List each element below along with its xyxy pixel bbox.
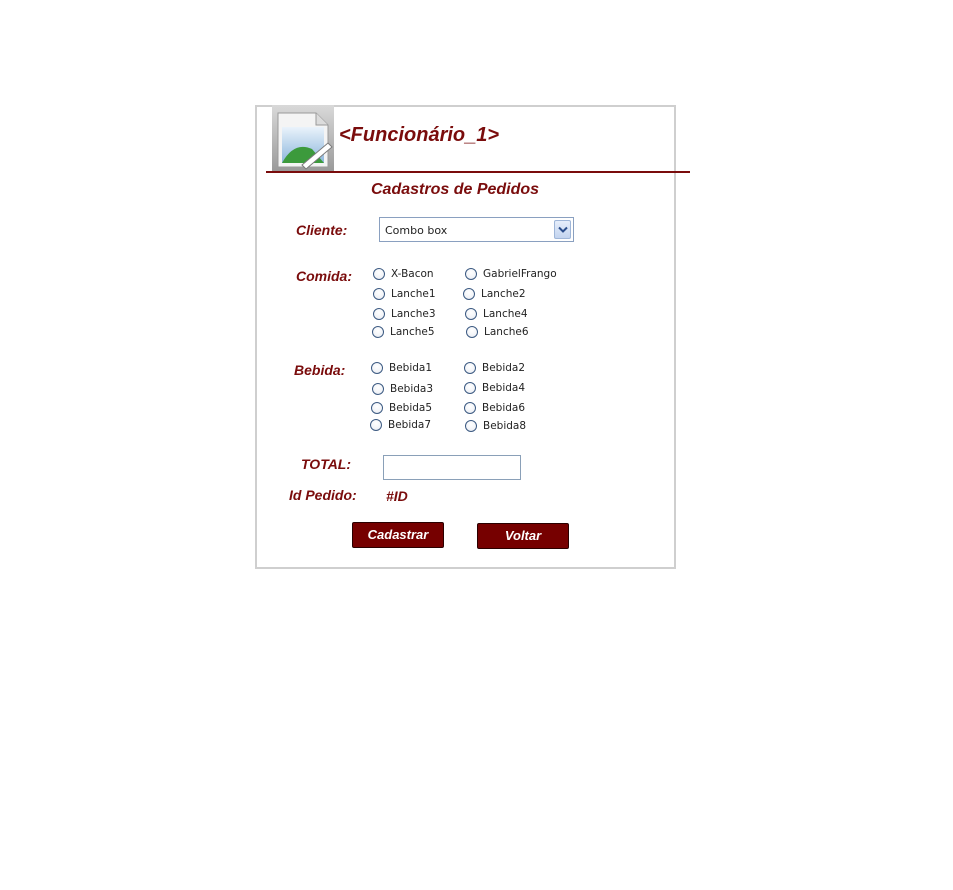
page-title: <Funcionário_1> [339, 124, 500, 146]
radio-circle[interactable] [464, 362, 476, 374]
radio-label: Bebida1 [389, 362, 433, 374]
image-placeholder-icon [272, 105, 334, 171]
comida-label: Comida: [296, 268, 352, 284]
total-input[interactable] [383, 455, 521, 480]
radio-circle[interactable] [371, 362, 383, 374]
radio-circle[interactable] [373, 308, 385, 320]
radio-circle[interactable] [372, 383, 384, 395]
radio-label: Bebida5 [389, 402, 433, 414]
radio-circle[interactable] [372, 326, 384, 338]
radio-label: Bebida6 [482, 402, 526, 414]
radio-label: Lanche5 [390, 326, 435, 338]
cliente-dropdown-button[interactable] [554, 220, 571, 239]
section-title: Cadastros de Pedidos [371, 181, 540, 198]
radio-label: GabrielFrango [483, 268, 557, 280]
radio-circle[interactable] [464, 382, 476, 394]
cadastrar-button[interactable]: Cadastrar [352, 522, 444, 548]
radio-label: Lanche1 [391, 288, 436, 300]
radio-circle[interactable] [465, 308, 477, 320]
radio-circle[interactable] [373, 288, 385, 300]
radio-label: X-Bacon [391, 268, 434, 280]
id-pedido-value: #ID [386, 488, 408, 504]
bebida-label: Bebida: [294, 362, 346, 378]
cliente-label: Cliente: [296, 222, 348, 238]
radio-label: Bebida8 [483, 420, 527, 432]
radio-circle[interactable] [371, 402, 383, 414]
radio-circle[interactable] [465, 268, 477, 280]
chevron-down-icon [558, 226, 568, 233]
radio-label: Lanche4 [483, 308, 528, 320]
radio-label: Bebida7 [388, 419, 432, 431]
radio-circle[interactable] [463, 288, 475, 300]
radio-circle[interactable] [466, 326, 478, 338]
radio-circle[interactable] [370, 419, 382, 431]
voltar-button[interactable]: Voltar [477, 523, 569, 549]
id-pedido-label: Id Pedido: [289, 487, 357, 503]
radio-label: Bebida4 [482, 382, 526, 394]
total-label: TOTAL: [301, 456, 352, 472]
cliente-select-value: Combo box [385, 224, 448, 237]
header-divider [266, 171, 690, 173]
radio-label: Bebida3 [390, 383, 434, 395]
radio-label: Lanche2 [481, 288, 526, 300]
radio-label: Lanche3 [391, 308, 436, 320]
cliente-select[interactable]: Combo box [379, 217, 574, 242]
radio-label: Bebida2 [482, 362, 526, 374]
radio-circle[interactable] [464, 402, 476, 414]
radio-circle[interactable] [465, 420, 477, 432]
radio-label: Lanche6 [484, 326, 529, 338]
radio-circle[interactable] [373, 268, 385, 280]
